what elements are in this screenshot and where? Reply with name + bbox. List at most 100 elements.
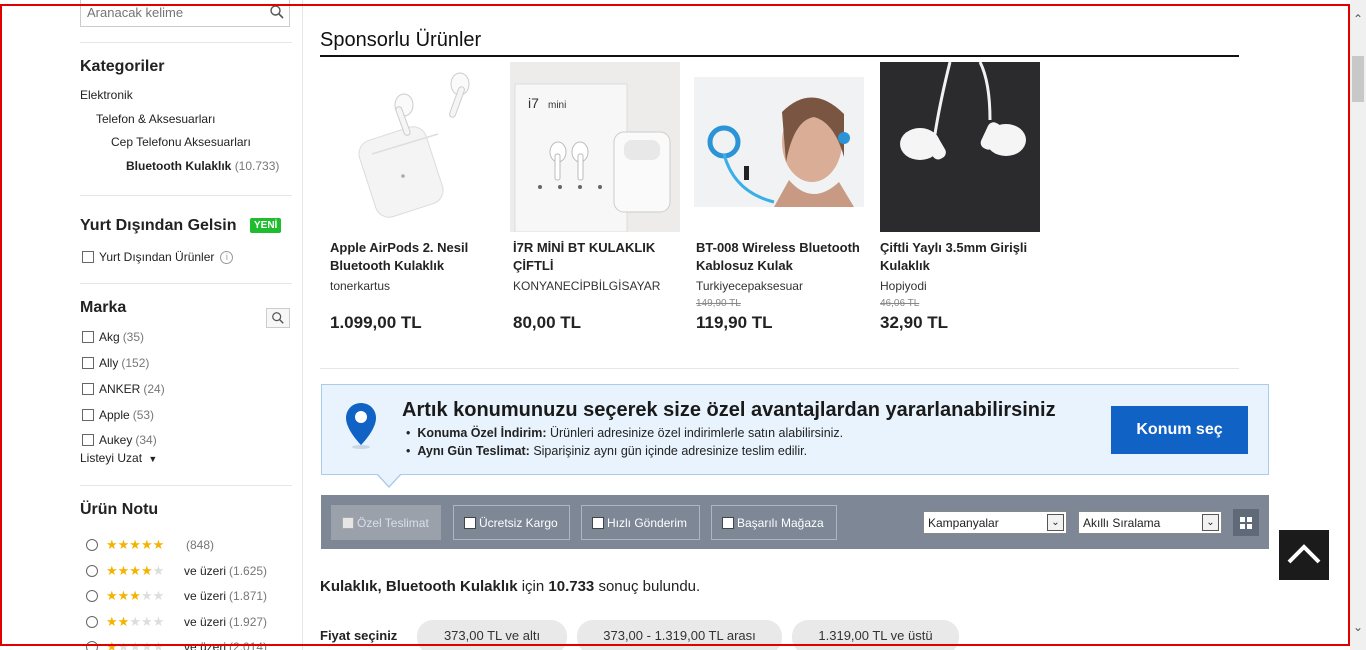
select-value: Akıllı Sıralama [1083,516,1161,530]
airpods-illustration [358,72,470,218]
filter-fast-shipping[interactable]: Hızlı Gönderim [581,505,700,540]
i7r-illustration: i7 mini [510,62,680,232]
brand-option[interactable]: Apple (53) [82,408,154,422]
chevron-down-icon[interactable]: ⌄ [1202,514,1219,531]
product-price: 119,90 TL [696,313,773,332]
page-scrollbar[interactable]: ⌃ ⌄ [1350,0,1366,650]
keyword-search-input[interactable] [81,0,261,24]
product-seller[interactable]: tonerkartus [330,279,390,293]
product-image-bt008[interactable] [694,62,864,232]
rating-count: (1.871) [229,589,268,603]
rating-option[interactable]: ★★★★★ (848) [86,537,214,553]
brand-option[interactable]: Akg (35) [82,330,144,344]
sponsored-product-card[interactable]: Çiftli Yaylı 3.5mm Girişli Kulaklık Hopi… [870,62,1040,332]
radio-button[interactable] [86,641,98,650]
abroad-option-label: Yurt Dışından Ürünler [99,250,215,264]
scroll-up-icon[interactable]: ⌃ [1352,12,1364,26]
grid-view-icon[interactable] [1233,509,1259,536]
category-count: (10.733) [234,159,280,173]
search-icon[interactable] [269,4,285,20]
rating-option[interactable]: ★★★★★ ve üzeri (2.014) [86,639,267,650]
product-name[interactable]: BT-008 Wireless Bluetooth Kablosuz Kulak [696,239,861,275]
product-price: 1.099,00 TL [330,313,422,332]
location-heading: Artık konumunuzu seçerek size özel avant… [402,399,1056,421]
list-more-link[interactable]: Listeyi Uzat ▼ [80,451,157,465]
sort-select[interactable]: Akıllı Sıralama ⌄ [1078,511,1222,534]
checkbox[interactable] [592,516,604,529]
product-image-airpods[interactable] [320,62,480,232]
scroll-to-top-button[interactable] [1279,530,1329,580]
brand-title: Marka [80,299,127,316]
filter-top-store[interactable]: Başarılı Mağaza [711,505,837,540]
brand-search-button[interactable] [266,308,290,328]
radio-button[interactable] [86,616,98,628]
price-filter-label: Fiyat seçiniz [320,628,398,643]
brand-option[interactable]: Aukey (34) [82,433,157,447]
rating-option[interactable]: ★★★★★ ve üzeri (1.927) [86,614,267,630]
category-link[interactable]: Elektronik [80,88,133,102]
category-current[interactable]: Bluetooth Kulaklık (10.733) [126,159,279,173]
scroll-down-icon[interactable]: ⌄ [1352,620,1364,634]
product-name[interactable]: Çiftli Yaylı 3.5mm Girişli Kulaklık [880,239,1045,275]
search-icon [272,312,284,324]
star-rating-icon: ★★★★★ [106,614,165,629]
radio-button[interactable] [86,590,98,602]
campaign-select[interactable]: Kampanyalar ⌄ [923,511,1067,534]
checkbox[interactable] [82,409,94,421]
price-chip[interactable]: 1.319,00 TL ve üstü [792,620,959,650]
radio-button[interactable] [86,565,98,577]
filter-free-shipping[interactable]: Ücretsiz Kargo [453,505,570,540]
price-chip[interactable]: 373,00 - 1.319,00 TL arası [577,620,782,650]
chevron-down-icon[interactable]: ⌄ [1047,514,1064,531]
divider [80,485,292,486]
checkbox[interactable] [82,251,94,263]
brand-count: (35) [122,330,145,344]
product-image-i7r[interactable]: i7 mini [510,62,680,232]
rating-option[interactable]: ★★★★★ ve üzeri (1.625) [86,563,267,579]
brand-option[interactable]: ANKER (24) [82,382,165,396]
checkbox[interactable] [464,516,476,529]
star-rating-icon: ★★★★★ [106,537,165,552]
checkbox[interactable] [82,383,94,395]
new-badge: YENİ [250,218,282,233]
info-icon[interactable]: i [220,250,234,264]
product-seller[interactable]: Turkiyecepaksesuar [696,279,803,293]
rating-count: (2.014) [229,640,268,650]
checkbox[interactable] [722,516,734,529]
checkbox[interactable] [342,516,354,529]
category-link[interactable]: Cep Telefonu Aksesuarları [111,135,251,149]
product-image-ciftli[interactable] [880,62,1040,232]
rating-option[interactable]: ★★★★★ ve üzeri (1.871) [86,588,267,604]
radio-button[interactable] [86,539,98,551]
list-more-label: Listeyi Uzat [80,451,143,465]
checkbox[interactable] [82,434,94,446]
product-price: 80,00 TL [513,313,582,332]
select-location-button[interactable]: Konum seç [1111,406,1248,454]
filter-special-delivery[interactable]: Özel Teslimat [331,505,441,540]
section-separator [320,368,1239,369]
product-seller[interactable]: KONYANECİPBİLGİSAYAR [513,279,660,293]
brand-option[interactable]: Ally (152) [82,356,149,370]
caret-down-icon: ▼ [148,454,158,464]
product-seller[interactable]: Hopiyodi [880,279,927,293]
checkbox[interactable] [82,357,94,369]
product-name[interactable]: Apple AirPods 2. Nesil Bluetooth Kulaklı… [330,239,495,275]
checkbox[interactable] [82,331,94,343]
box-text: i7 [528,95,539,111]
result-summary: Kulaklık, Bluetooth Kulaklık için 10.733… [320,578,700,595]
product-name[interactable]: İ7R MİNİ BT KULAKLIK ÇİFTLİ [513,239,678,275]
sponsored-product-card[interactable]: Apple AirPods 2. Nesil Bluetooth Kulaklı… [320,62,490,332]
category-link[interactable]: Telefon & Aksesuarları [96,112,215,126]
sponsored-product-card[interactable]: i7 mini İ7R MİNİ BT KULAKLIK ÇİFTLİ KONY… [500,62,680,332]
categories-title: Kategoriler [80,58,165,75]
result-text: için [517,578,549,595]
scroll-thumb[interactable] [1352,56,1364,102]
brand-count: (53) [132,408,155,422]
title-underline [320,55,1239,57]
price-chip[interactable]: 373,00 TL ve altı [417,620,567,650]
sponsored-product-card[interactable]: BT-008 Wireless Bluetooth Kablosuz Kulak… [686,62,864,332]
result-text: sonuç bulundu. [594,578,701,595]
abroad-checkbox-row[interactable]: Yurt Dışından Ürünler i [82,250,234,264]
select-value: Kampanyalar [928,516,999,530]
brand-label: Aukey [99,433,133,447]
